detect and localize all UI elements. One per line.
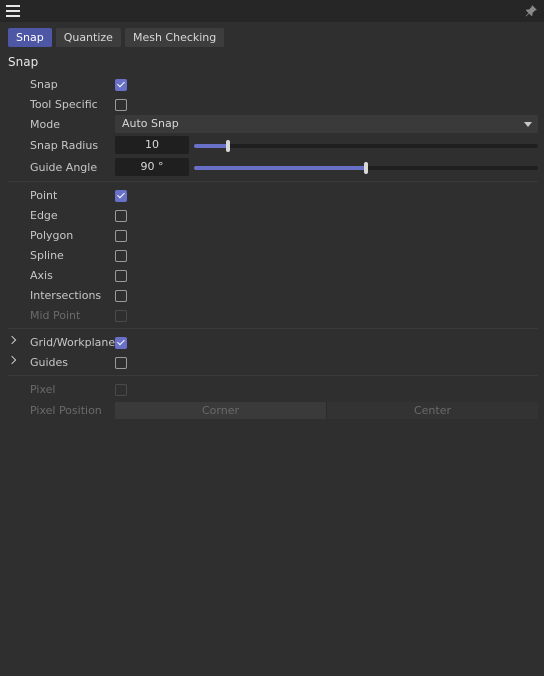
edge-label: Edge bbox=[30, 209, 58, 222]
point-label: Point bbox=[30, 189, 58, 202]
divider bbox=[8, 375, 538, 376]
pixel-position-corner: Corner bbox=[115, 402, 326, 419]
intersections-label: Intersections bbox=[30, 289, 102, 302]
chevron-right-icon[interactable] bbox=[7, 335, 17, 345]
guides-checkbox[interactable] bbox=[115, 357, 127, 369]
mid-point-label: Mid Point bbox=[30, 309, 81, 322]
snap-label: Snap bbox=[30, 78, 58, 91]
tool-specific-label: Tool Specific bbox=[30, 98, 98, 111]
snap-checkbox[interactable] bbox=[115, 79, 127, 91]
tool-specific-row: Tool Specific bbox=[0, 95, 544, 115]
tab-bar: Snap Quantize Mesh Checking bbox=[8, 28, 225, 47]
guide-angle-slider-fill bbox=[194, 166, 366, 170]
guide-angle-row: Guide Angle 90 ° bbox=[0, 158, 544, 178]
tab-snap[interactable]: Snap bbox=[8, 28, 52, 47]
guide-angle-label: Guide Angle bbox=[30, 161, 98, 174]
pixel-checkbox bbox=[115, 384, 127, 396]
spline-row: Spline bbox=[0, 246, 544, 266]
snap-row: Snap bbox=[0, 75, 544, 95]
polygon-label: Polygon bbox=[30, 229, 74, 242]
polygon-row: Polygon bbox=[0, 226, 544, 246]
point-row: Point bbox=[0, 186, 544, 206]
tool-specific-checkbox[interactable] bbox=[115, 99, 127, 111]
pixel-row: Pixel bbox=[0, 380, 544, 400]
axis-checkbox[interactable] bbox=[115, 270, 127, 282]
guides-label[interactable]: Guides bbox=[30, 356, 68, 369]
pixel-position-label: Pixel Position bbox=[30, 404, 102, 417]
chevron-right-icon[interactable] bbox=[7, 355, 17, 365]
mode-label: Mode bbox=[30, 118, 60, 131]
snap-radius-slider[interactable] bbox=[194, 140, 538, 152]
guide-angle-slider[interactable] bbox=[194, 162, 538, 174]
axis-label: Axis bbox=[30, 269, 53, 282]
section-title: Snap bbox=[8, 55, 39, 69]
mode-row: Mode Auto Snap bbox=[0, 115, 544, 135]
pixel-position-row: Pixel Position Corner Center bbox=[0, 402, 544, 422]
mode-value: Auto Snap bbox=[122, 117, 179, 130]
hamburger-menu-icon[interactable] bbox=[6, 5, 20, 17]
pixel-label: Pixel bbox=[30, 383, 56, 396]
grid-workplane-row: Grid/Workplane bbox=[0, 333, 544, 353]
top-bar bbox=[0, 0, 544, 22]
pixel-position-center: Center bbox=[326, 402, 538, 419]
intersections-checkbox[interactable] bbox=[115, 290, 127, 302]
divider bbox=[8, 181, 538, 182]
divider bbox=[8, 328, 538, 329]
edge-checkbox[interactable] bbox=[115, 210, 127, 222]
snap-radius-row: Snap Radius 10 bbox=[0, 136, 544, 156]
point-checkbox[interactable] bbox=[115, 190, 127, 202]
snap-radius-slider-handle[interactable] bbox=[226, 140, 231, 152]
pixel-position-selector: Corner Center bbox=[115, 402, 538, 419]
tab-quantize[interactable]: Quantize bbox=[55, 28, 121, 47]
snap-radius-label: Snap Radius bbox=[30, 139, 99, 152]
grid-workplane-label[interactable]: Grid/Workplane bbox=[30, 336, 115, 349]
snap-radius-input[interactable]: 10 bbox=[115, 136, 189, 154]
spline-label: Spline bbox=[30, 249, 64, 262]
grid-workplane-checkbox[interactable] bbox=[115, 337, 127, 349]
edge-row: Edge bbox=[0, 206, 544, 226]
snap-radius-slider-fill bbox=[194, 144, 229, 148]
spline-checkbox[interactable] bbox=[115, 250, 127, 262]
tab-mesh-checking[interactable]: Mesh Checking bbox=[124, 28, 225, 47]
mid-point-checkbox bbox=[115, 310, 127, 322]
mid-point-row: Mid Point bbox=[0, 306, 544, 326]
chevron-down-icon bbox=[524, 122, 532, 127]
guides-row: Guides bbox=[0, 353, 544, 373]
mode-dropdown[interactable]: Auto Snap bbox=[115, 115, 538, 133]
guide-angle-input[interactable]: 90 ° bbox=[115, 158, 189, 176]
axis-row: Axis bbox=[0, 266, 544, 286]
guide-angle-slider-handle[interactable] bbox=[364, 162, 368, 174]
intersections-row: Intersections bbox=[0, 286, 544, 306]
pin-icon[interactable] bbox=[524, 4, 538, 18]
polygon-checkbox[interactable] bbox=[115, 230, 127, 242]
